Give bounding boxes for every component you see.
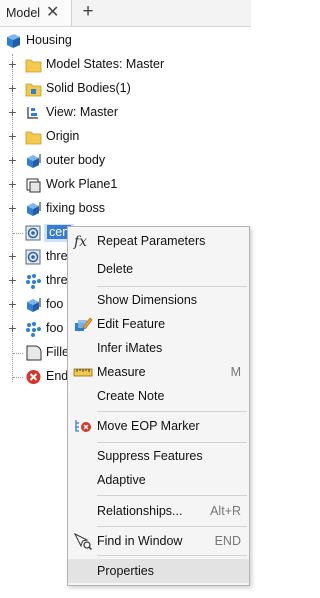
menu-item-suppress-features[interactable]: Suppress Features [68,444,249,468]
work-plane-icon [26,178,41,193]
tree-item-label: fixing boss [46,201,106,215]
end-of-part-icon [26,370,41,384]
menu-shortcut: M [230,365,241,379]
tree-item-label: End [46,369,69,383]
tree-item-label: Work Plane1 [46,177,118,191]
expand-plus-icon[interactable]: + [8,297,17,311]
ruler-icon [73,368,93,377]
tree-item-label: Origin [46,129,80,143]
tree-item-label: outer body [46,153,106,167]
expand-plus-icon[interactable]: + [8,321,17,335]
menu-item-properties[interactable]: Properties [68,559,249,583]
solid-bodies-folder-icon [25,83,42,97]
tree-item-label: Fille [46,345,69,359]
tab-model[interactable]: Model ✕ [0,0,72,26]
edit-feature-icon [75,317,93,331]
menu-separator [97,555,247,556]
menu-item-edit-feature[interactable]: Edit Feature [68,312,249,336]
context-menu: fx Repeat Parameters Delete Show Dimensi… [67,226,250,586]
tree-item-label: foo [46,321,64,335]
close-icon[interactable]: ✕ [46,5,59,21]
expand-plus-icon[interactable]: + [8,201,17,215]
expand-plus-icon[interactable]: + [8,105,17,119]
tree-connector [13,377,23,378]
folder-icon [25,59,42,73]
tree-item-fixing-boss[interactable]: + fixing boss [0,198,251,220]
extrude-feature-icon [27,298,41,312]
tree-item-solid-bodies[interactable]: + Solid Bodies(1) [0,78,251,100]
expand-plus-icon[interactable]: + [8,273,17,287]
folder-icon [25,131,42,145]
tree-item-label: thre [46,249,68,263]
tree-root-label: Housing [26,33,72,47]
view-icon [27,107,38,119]
browser-tab-bar: Model ✕ + [0,0,251,27]
menu-item-create-note[interactable]: Create Note [68,384,249,408]
menu-shortcut: Alt+R [210,504,241,518]
menu-item-adaptive[interactable]: Adaptive [68,468,249,492]
expand-plus-icon[interactable]: + [8,129,17,143]
menu-label: Repeat Parameters [97,234,206,248]
menu-separator [97,286,247,287]
menu-label: Delete [97,262,134,276]
hole-feature-icon [25,249,41,265]
menu-shortcut: END [214,534,241,548]
menu-separator [97,495,247,496]
tree-connector [13,233,23,234]
add-tab-icon[interactable]: + [78,2,98,24]
tree-item-outer-body[interactable]: + outer body [0,150,251,172]
tree-item-label: thre [46,273,68,287]
fx-icon: fx [73,234,87,250]
expand-plus-icon[interactable]: + [8,81,17,95]
pattern-icon [26,274,41,289]
menu-label: Show Dimensions [97,293,198,307]
expand-plus-icon[interactable]: + [8,153,17,167]
menu-separator [97,526,247,527]
tree-item-origin[interactable]: + Origin [0,126,251,148]
menu-label: Infer iMates [97,341,163,355]
hole-feature-icon [25,225,41,241]
tree-item-work-plane[interactable]: + Work Plane1 [0,174,251,196]
menu-label: Suppress Features [97,449,203,463]
menu-label: Measure [97,365,146,379]
tree-item-label: Model States: Master [46,57,165,71]
menu-item-move-eop-marker[interactable]: Move EOP Marker [68,414,249,438]
menu-item-show-dimensions[interactable]: Show Dimensions [68,288,249,312]
menu-label: Properties [97,564,154,578]
menu-label: Create Note [97,389,165,403]
svg-text:fx: fx [73,234,87,250]
menu-item-delete[interactable]: Delete [68,257,249,281]
menu-item-find-in-window[interactable]: Find in Window END [68,529,249,553]
menu-label: Relationships... [97,504,183,518]
menu-separator [97,411,247,412]
extrude-feature-icon [27,202,41,216]
menu-label: Find in Window [97,534,183,548]
part-cube-icon [7,34,20,48]
tree-connector [13,353,23,354]
tree-item-model-states[interactable]: + Model States: Master [0,54,251,76]
tree-item-view-master[interactable]: + View: Master [0,102,251,124]
menu-label: Edit Feature [97,317,166,331]
fillet-icon [26,345,42,361]
tree-item-label: foo [46,297,64,311]
expand-plus-icon[interactable]: + [8,177,17,191]
expand-plus-icon[interactable]: + [8,57,17,71]
menu-label: Move EOP Marker [97,419,200,433]
menu-item-relationships[interactable]: Relationships... Alt+R [68,499,249,523]
menu-separator [97,442,247,443]
menu-item-repeat-parameters[interactable]: fx Repeat Parameters [68,229,249,253]
menu-item-measure[interactable]: Measure M [68,360,249,384]
menu-item-infer-imates[interactable]: Infer iMates [68,336,249,360]
pattern-icon [26,322,41,337]
tab-model-label: Model [6,6,41,20]
tree-item-label: View: Master [46,105,119,119]
tree-item-label: Solid Bodies(1) [46,81,131,95]
move-eop-marker-icon [75,420,91,432]
find-in-window-icon [73,532,92,550]
expand-plus-icon[interactable]: + [8,249,17,263]
tree-root-housing[interactable]: Housing [0,30,251,52]
menu-label: Adaptive [97,473,146,487]
extrude-feature-icon [27,154,41,168]
